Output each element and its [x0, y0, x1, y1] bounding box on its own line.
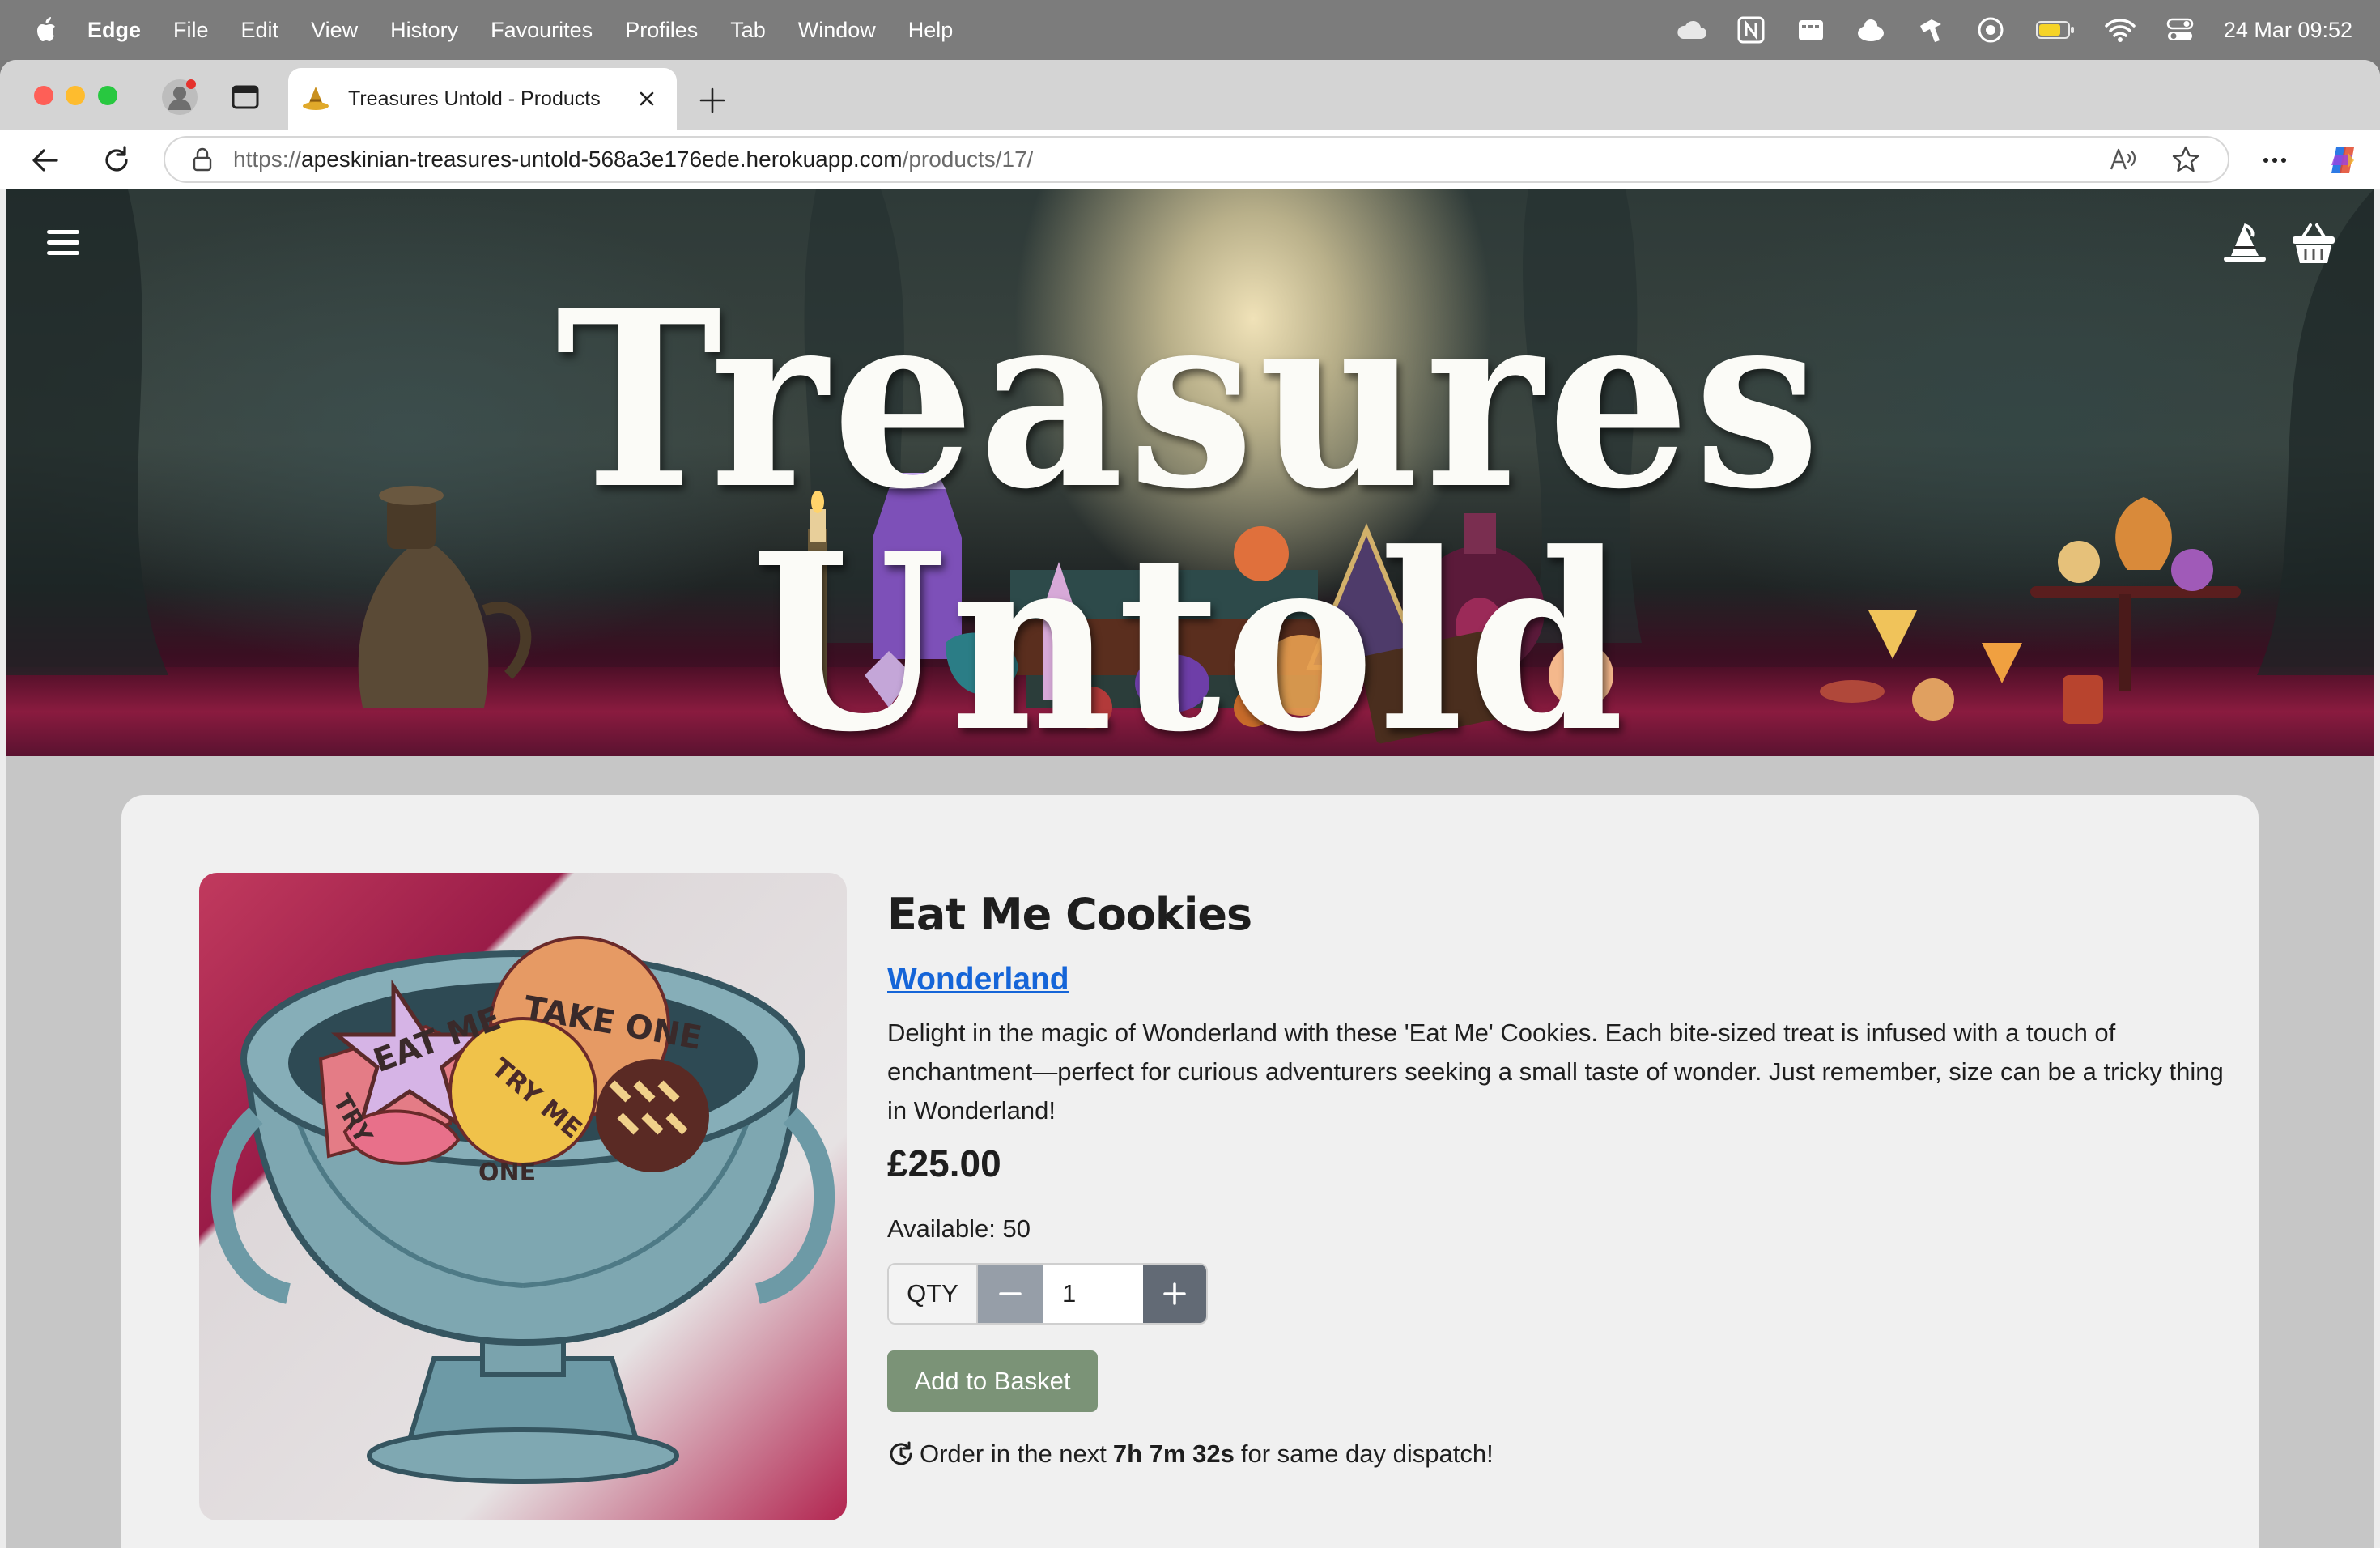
browser-window: Treasures Untold - Products https://apes…: [0, 60, 2380, 1548]
tool-icon[interactable]: [1915, 14, 1947, 46]
battery-icon[interactable]: [2034, 14, 2076, 46]
more-options-icon[interactable]: [2259, 144, 2291, 176]
favourite-star-icon[interactable]: [2171, 145, 2200, 174]
increase-quantity-button[interactable]: [1143, 1265, 1206, 1323]
cloud-app-icon[interactable]: [1855, 14, 1887, 46]
menu-history[interactable]: History: [390, 18, 458, 43]
witch-hat-favicon-icon: [303, 87, 329, 110]
witch-hat-account-icon[interactable]: [2223, 223, 2267, 264]
cookie-text-one: ONE: [478, 1159, 536, 1187]
macos-menu-bar: Edge File Edit View History Favourites P…: [0, 0, 2380, 60]
menu-help[interactable]: Help: [908, 18, 954, 43]
tab-title: Treasures Untold - Products: [348, 87, 601, 110]
close-tab-icon[interactable]: [635, 87, 659, 111]
quantity-stepper: QTY: [887, 1263, 1208, 1325]
decrease-quantity-button[interactable]: [978, 1265, 1043, 1323]
quantity-label: QTY: [889, 1265, 978, 1323]
plus-icon: [1163, 1282, 1186, 1305]
stock-availability: Available: 50: [887, 1214, 1031, 1243]
url-path: /products/17/: [902, 147, 1034, 172]
calendar-icon[interactable]: [1795, 14, 1827, 46]
dispatch-notice: Order in the next 7h 7m 32s for same day…: [887, 1440, 1494, 1469]
cookie-bowl-illustration: EAT ME TAKE ONE TRY ME TRY ONE: [210, 936, 835, 1484]
product-card: EAT ME TAKE ONE TRY ME TRY ONE Eat Me Co…: [121, 795, 2259, 1548]
product-price: £25.00: [887, 1142, 1001, 1184]
menu-view[interactable]: View: [311, 18, 358, 43]
tab-strip: Treasures Untold - Products: [0, 60, 2380, 130]
product-name: Eat Me Cookies: [887, 889, 1252, 940]
focus-icon[interactable]: [1974, 14, 2007, 46]
product-description: Delight in the magic of Wonderland with …: [887, 1019, 2224, 1125]
dispatch-suffix: for same day dispatch!: [1240, 1440, 1494, 1468]
add-to-basket-button[interactable]: Add to Basket: [887, 1350, 1098, 1412]
icloud-icon[interactable]: [1675, 14, 1707, 46]
dispatch-countdown: 7h 7m 32s: [1112, 1440, 1235, 1468]
browser-toolbar: https://apeskinian-treasures-untold-568a…: [0, 130, 2380, 189]
profile-avatar-icon[interactable]: [160, 78, 199, 117]
minus-icon: [999, 1292, 1022, 1295]
shopping-basket-icon[interactable]: [2291, 222, 2336, 266]
notion-icon[interactable]: [1735, 14, 1767, 46]
page-viewport[interactable]: Treasures Untold EAT ME TAKE ONE TRY ME …: [6, 189, 2374, 1548]
hero-banner: Treasures Untold: [6, 189, 2374, 756]
url-host: apeskinian-treasures-untold-568a3e176ede…: [301, 147, 903, 172]
menu-file[interactable]: File: [173, 18, 209, 43]
url-scheme: https://: [233, 147, 302, 172]
close-window-button[interactable]: [34, 86, 53, 105]
menu-profiles[interactable]: Profiles: [625, 18, 698, 43]
back-arrow-icon[interactable]: [29, 144, 62, 176]
reload-icon[interactable]: [100, 144, 133, 176]
zoom-window-button[interactable]: [98, 86, 117, 105]
product-image[interactable]: EAT ME TAKE ONE TRY ME TRY ONE: [199, 873, 847, 1520]
wifi-icon[interactable]: [2104, 14, 2136, 46]
address-bar[interactable]: https://apeskinian-treasures-untold-568a…: [164, 136, 2229, 183]
quantity-input[interactable]: [1043, 1265, 1143, 1323]
control-center-icon[interactable]: [2164, 14, 2196, 46]
minimize-window-button[interactable]: [66, 86, 85, 105]
tab-active[interactable]: Treasures Untold - Products: [288, 68, 677, 130]
new-tab-icon[interactable]: [698, 86, 727, 115]
clock-rotate-icon: [890, 1441, 912, 1465]
hamburger-menu-icon[interactable]: [45, 227, 81, 259]
url-text[interactable]: https://apeskinian-treasures-untold-568a…: [233, 147, 2108, 172]
menu-window[interactable]: Window: [798, 18, 876, 43]
copilot-icon[interactable]: [2327, 144, 2359, 176]
vertical-tabs-icon[interactable]: [231, 83, 260, 112]
dispatch-prefix: Order in the next: [920, 1440, 1107, 1468]
menubar-clock[interactable]: 24 Mar 09:52: [2224, 18, 2352, 43]
site-title[interactable]: Treasures Untold: [101, 279, 2279, 757]
menu-app-name[interactable]: Edge: [87, 18, 141, 43]
apple-menu-icon[interactable]: [31, 14, 63, 46]
menu-favourites[interactable]: Favourites: [491, 18, 593, 43]
menu-tab[interactable]: Tab: [730, 18, 766, 43]
read-aloud-icon[interactable]: [2108, 145, 2137, 174]
lock-icon[interactable]: [189, 147, 215, 172]
category-link[interactable]: Wonderland: [887, 962, 1069, 997]
menu-edit[interactable]: Edit: [241, 18, 279, 43]
